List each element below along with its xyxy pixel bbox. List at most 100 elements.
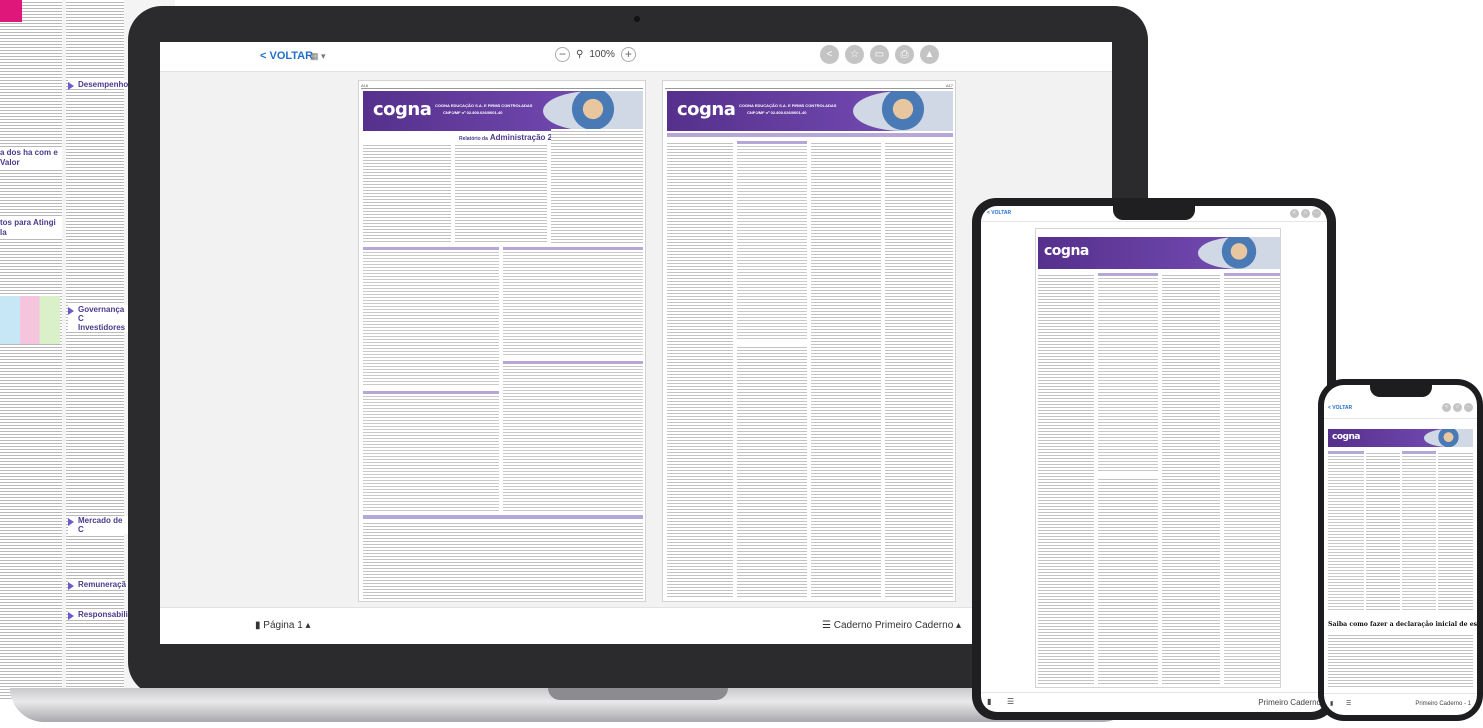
cogna-logo: cogna: [1044, 243, 1089, 259]
section-selector[interactable]: ☰ Caderno Primeiro Caderno ▴: [822, 620, 961, 631]
cogna-banner: cogna COGNA EDUCAÇÃO S.A. E FIRMS CONTRO…: [667, 91, 953, 131]
page-number: A16: [361, 83, 369, 88]
device-mockup-scene: a dos ha com e Valor tos para Atingi la …: [0, 0, 1483, 728]
text-column: [885, 141, 953, 599]
cogna-banner: cogna COGNA EDUCAÇÃO S.A. E FIRMS CONTRO…: [363, 91, 643, 131]
phone-toolbar: < VOLTAR < ☆ ⋯: [1324, 399, 1477, 419]
background-side-heading: Governança C Investidores: [68, 305, 128, 332]
article-text: [1328, 633, 1473, 689]
financial-table: [1098, 273, 1158, 473]
text-column: [551, 129, 643, 243]
zoom-controls: − ⚲ 100% +: [555, 47, 636, 62]
toolbar-actions: < ☆ ▭ ⎙ ▲: [820, 45, 939, 64]
cogna-logo: cogna: [1332, 432, 1360, 442]
background-side-heading: Mercado de C: [68, 516, 128, 534]
laptop-footer-bar: ▮ Página 1 ▴ ☰ Caderno Primeiro Caderno …: [160, 607, 1112, 644]
newspaper-page-right[interactable]: A17 cogna COGNA EDUCAÇÃO S.A. E FIRMS CO…: [662, 80, 956, 602]
background-side-heading: Remuneraçã: [68, 580, 128, 590]
page-header: A17: [665, 83, 953, 89]
fullscreen-icon[interactable]: ▭: [870, 45, 889, 64]
banner-photo: [543, 91, 643, 131]
share-icon[interactable]: <: [820, 45, 839, 64]
tablet-footer-bar: ▮ ☰ Primeiro Caderno: [981, 692, 1327, 712]
company-name: COGNA EDUCAÇÃO S.A. E FIRMS CONTROLADAS: [435, 103, 533, 108]
text-column: [455, 143, 547, 243]
background-side-heading: Desempenho: [68, 80, 128, 90]
tablet-device: < VOLTAR < ☆ ⋯ cogna ▮ ☰ Primeiro Cadern…: [972, 198, 1336, 720]
cogna-banner: cogna: [1328, 429, 1473, 447]
tablet-screen: < VOLTAR < ☆ ⋯ cogna ▮ ☰ Primeiro Cadern…: [981, 206, 1327, 712]
favorite-icon[interactable]: ☆: [1453, 403, 1462, 412]
tablet-notch: [1113, 206, 1195, 220]
financial-table: [363, 391, 499, 511]
cogna-banner: cogna: [1038, 237, 1280, 269]
report-title-prefix: Relatório da: [459, 136, 488, 142]
back-button[interactable]: < VOLTAR: [987, 210, 1011, 216]
edition-date-selector[interactable]: ▦ ▾: [310, 51, 326, 62]
list-icon: ☰: [822, 620, 834, 631]
back-button[interactable]: < VOLTAR: [1328, 405, 1352, 411]
banner-photo: [853, 91, 953, 131]
list-icon[interactable]: ☰: [1007, 697, 1014, 706]
banner-photo: [1198, 237, 1280, 269]
newspaper-page-left[interactable]: A16 cogna COGNA EDUCAÇÃO S.A. E FIRMS CO…: [358, 80, 646, 602]
company-name: COGNA EDUCAÇÃO S.A. E FIRMS CONTROLADAS: [739, 103, 837, 108]
page-number: A17: [945, 83, 953, 88]
document-icon[interactable]: ▮: [987, 697, 991, 706]
financial-table: [503, 247, 643, 357]
background-side-heading: Responsabili: [68, 610, 128, 620]
favorite-icon[interactable]: ☆: [845, 45, 864, 64]
background-pink-block: [0, 0, 22, 22]
newspaper-page[interactable]: cogna: [1035, 228, 1281, 688]
financial-table: [737, 141, 807, 341]
magnifier-icon: ⚲: [576, 49, 584, 60]
warning-icon[interactable]: ▲: [920, 45, 939, 64]
zoom-in-button[interactable]: +: [620, 47, 636, 62]
toolbar-actions: < ☆ ⋯: [1290, 209, 1321, 218]
cogna-logo: cogna: [677, 99, 736, 120]
laptop-toolbar: < VOLTAR ▦ ▾ − ⚲ 100% + < ☆ ▭ ⎙ ▲: [160, 42, 1112, 72]
phone-device: < VOLTAR < ☆ ⋯ cogna Saiba como fazer a …: [1318, 379, 1483, 721]
article-headline[interactable]: Saiba como fazer a declaração inicial de…: [1328, 621, 1477, 628]
document-icon[interactable]: ▮: [1330, 700, 1333, 707]
banner-photo: [1424, 429, 1473, 447]
section-selector[interactable]: Primeiro Caderno: [1258, 698, 1321, 707]
report-title: Relatório da Administração 2020: [459, 133, 565, 142]
section-selector[interactable]: Primeiro Caderno - 1: [1415, 701, 1471, 707]
page-selector[interactable]: ▮ Página 1 ▴: [255, 620, 311, 631]
background-heading: a dos ha com e Valor: [0, 148, 62, 168]
favorite-icon[interactable]: ☆: [1301, 209, 1310, 218]
company-cnpj: CNPJ/MF nº 02.800.026/0001-40: [747, 110, 807, 115]
cogna-logo: cogna: [373, 99, 432, 120]
company-cnpj: CNPJ/MF nº 02.800.026/0001-40: [443, 110, 503, 115]
background-color-table: [0, 296, 60, 344]
back-button[interactable]: < VOLTAR: [260, 50, 313, 62]
financial-table: [1402, 451, 1436, 611]
print-icon[interactable]: ⎙: [895, 45, 914, 64]
section-selector-label: Caderno Primeiro Caderno ▴: [833, 620, 962, 631]
section-divider: [667, 133, 953, 137]
section-divider: [363, 515, 643, 519]
laptop-camera: [634, 16, 640, 22]
more-icon[interactable]: ⋯: [1464, 403, 1473, 412]
text-column: [1162, 273, 1220, 685]
background-text-column: [0, 0, 62, 700]
list-icon[interactable]: ☰: [1346, 700, 1351, 707]
share-icon[interactable]: <: [1442, 403, 1451, 412]
laptop-hinge-notch: [548, 688, 728, 700]
phone-screen: < VOLTAR < ☆ ⋯ cogna Saiba como fazer a …: [1324, 385, 1477, 715]
text-column: [811, 141, 881, 599]
text-column: [363, 521, 643, 599]
background-heading: tos para Atingi la: [0, 218, 62, 238]
financial-table: [503, 361, 643, 511]
share-icon[interactable]: <: [1290, 209, 1299, 218]
zoom-out-button[interactable]: −: [555, 47, 570, 62]
zoom-level: 100%: [589, 49, 615, 60]
newspaper-page[interactable]: cogna: [1328, 425, 1473, 615]
text-column: [737, 345, 807, 599]
text-column: [667, 141, 733, 599]
more-icon[interactable]: ⋯: [1312, 209, 1321, 218]
financial-table: [1224, 273, 1280, 685]
text-column: [363, 143, 451, 243]
page-selector-label: Página 1 ▴: [263, 620, 311, 631]
